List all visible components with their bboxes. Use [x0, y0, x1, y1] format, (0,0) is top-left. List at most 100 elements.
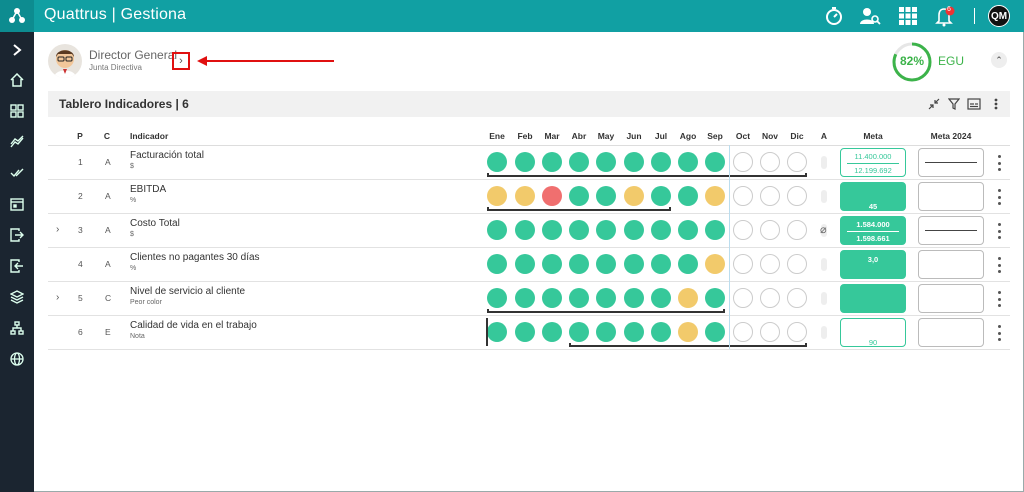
month-status-dot[interactable]: [624, 322, 644, 342]
month-status-dot[interactable]: [651, 186, 671, 206]
month-status-dot[interactable]: [678, 322, 698, 342]
month-status-dot[interactable]: [542, 288, 562, 308]
month-status-dot[interactable]: [487, 322, 507, 342]
table-row[interactable]: 6 E Calidad de vida en el trabajo Nota 90: [48, 316, 1010, 350]
meta-cell[interactable]: 90: [840, 318, 906, 347]
month-status-dot[interactable]: [678, 220, 698, 240]
month-status-dot[interactable]: [760, 288, 780, 308]
month-status-dot[interactable]: [787, 322, 807, 342]
home-icon[interactable]: [5, 68, 29, 92]
notifications-bell-icon[interactable]: 6: [933, 4, 957, 28]
month-status-dot[interactable]: [569, 288, 589, 308]
month-status-dot[interactable]: [596, 152, 616, 172]
meta-2024-cell[interactable]: [918, 216, 984, 245]
month-status-dot[interactable]: [487, 186, 507, 206]
row-more-icon[interactable]: [996, 257, 1002, 273]
month-status-dot[interactable]: [515, 322, 535, 342]
sidebar-expand-icon[interactable]: [5, 38, 29, 62]
month-status-dot[interactable]: [705, 186, 725, 206]
meta-2024-cell[interactable]: [918, 148, 984, 177]
month-status-dot[interactable]: [651, 288, 671, 308]
month-status-dot[interactable]: [705, 220, 725, 240]
month-status-dot[interactable]: [705, 322, 725, 342]
month-status-dot[interactable]: [515, 288, 535, 308]
month-status-dot[interactable]: [542, 152, 562, 172]
profile-expand-button[interactable]: ›: [172, 52, 190, 70]
month-status-dot[interactable]: [787, 288, 807, 308]
layers-icon[interactable]: [5, 285, 29, 309]
month-status-dot[interactable]: [733, 322, 753, 342]
calendar-icon[interactable]: [5, 192, 29, 216]
month-status-dot[interactable]: [651, 220, 671, 240]
meta-cell[interactable]: 1.584.000 1.598.661: [840, 216, 906, 245]
month-status-dot[interactable]: [624, 288, 644, 308]
month-status-dot[interactable]: [596, 288, 616, 308]
month-status-dot[interactable]: [733, 254, 753, 274]
user-search-icon[interactable]: [858, 4, 882, 28]
row-expand-chevron-icon[interactable]: ›: [56, 224, 59, 235]
table-row[interactable]: › 3 A Costo Total $ ⌀ 1.584.000 1.598.661: [48, 214, 1010, 248]
row-more-icon[interactable]: [996, 189, 1002, 205]
export-icon[interactable]: [5, 223, 29, 247]
indicator-name[interactable]: Nivel de servicio al cliente: [130, 286, 245, 297]
month-status-dot[interactable]: [760, 322, 780, 342]
indicator-name[interactable]: Clientes no pagantes 30 días: [130, 252, 260, 263]
month-status-dot[interactable]: [542, 322, 562, 342]
meta-2024-cell[interactable]: [918, 182, 984, 211]
row-expand-chevron-icon[interactable]: ›: [56, 292, 59, 303]
indicator-name[interactable]: EBITDA: [130, 184, 166, 195]
panel-more-icon[interactable]: [988, 96, 1004, 112]
month-status-dot[interactable]: [651, 152, 671, 172]
month-status-dot[interactable]: [515, 220, 535, 240]
month-status-dot[interactable]: [542, 254, 562, 274]
compress-icon[interactable]: [926, 96, 942, 112]
month-status-dot[interactable]: [760, 152, 780, 172]
month-status-dot[interactable]: [596, 254, 616, 274]
month-status-dot[interactable]: [487, 152, 507, 172]
month-status-dot[interactable]: [596, 220, 616, 240]
meta-2024-cell[interactable]: [918, 318, 984, 347]
import-icon[interactable]: [5, 254, 29, 278]
org-chart-icon[interactable]: [5, 316, 29, 340]
month-status-dot[interactable]: [787, 220, 807, 240]
month-status-dot[interactable]: [569, 322, 589, 342]
month-status-dot[interactable]: [624, 152, 644, 172]
meta-cell[interactable]: 45: [840, 182, 906, 211]
meta-2024-cell[interactable]: [918, 284, 984, 313]
month-status-dot[interactable]: [487, 220, 507, 240]
month-status-dot[interactable]: [569, 254, 589, 274]
filter-icon[interactable]: [946, 96, 962, 112]
row-more-icon[interactable]: [996, 223, 1002, 239]
month-status-dot[interactable]: [705, 288, 725, 308]
table-row[interactable]: 1 A Facturación total $11.400.000 12.199.692: [48, 146, 1010, 180]
table-row[interactable]: 2 A EBITDA% 45: [48, 180, 1010, 214]
month-status-dot[interactable]: [651, 254, 671, 274]
meta-cell[interactable]: 11.400.000 12.199.692: [840, 148, 906, 177]
row-more-icon[interactable]: [996, 291, 1002, 307]
month-status-dot[interactable]: [596, 322, 616, 342]
meta-2024-cell[interactable]: [918, 250, 984, 279]
stopwatch-icon[interactable]: [822, 4, 846, 28]
month-status-dot[interactable]: [569, 152, 589, 172]
double-check-icon[interactable]: [5, 161, 29, 185]
app-logo-icon[interactable]: [0, 0, 34, 32]
month-status-dot[interactable]: [787, 254, 807, 274]
row-more-icon[interactable]: [996, 155, 1002, 171]
month-status-dot[interactable]: [705, 254, 725, 274]
month-status-dot[interactable]: [651, 322, 671, 342]
row-more-icon[interactable]: [996, 325, 1002, 341]
apps-grid-icon[interactable]: [896, 4, 920, 28]
month-status-dot[interactable]: [487, 288, 507, 308]
month-status-dot[interactable]: [787, 186, 807, 206]
month-status-dot[interactable]: [733, 186, 753, 206]
month-status-dot[interactable]: [515, 152, 535, 172]
month-status-dot[interactable]: [542, 220, 562, 240]
indicator-name[interactable]: Facturación total: [130, 150, 204, 161]
month-status-dot[interactable]: [596, 186, 616, 206]
indicator-name[interactable]: Calidad de vida en el trabajo: [130, 320, 257, 331]
month-status-dot[interactable]: [733, 220, 753, 240]
globe-icon[interactable]: [5, 347, 29, 371]
month-status-dot[interactable]: [760, 220, 780, 240]
month-status-dot[interactable]: [787, 152, 807, 172]
dashboard-icon[interactable]: [5, 99, 29, 123]
